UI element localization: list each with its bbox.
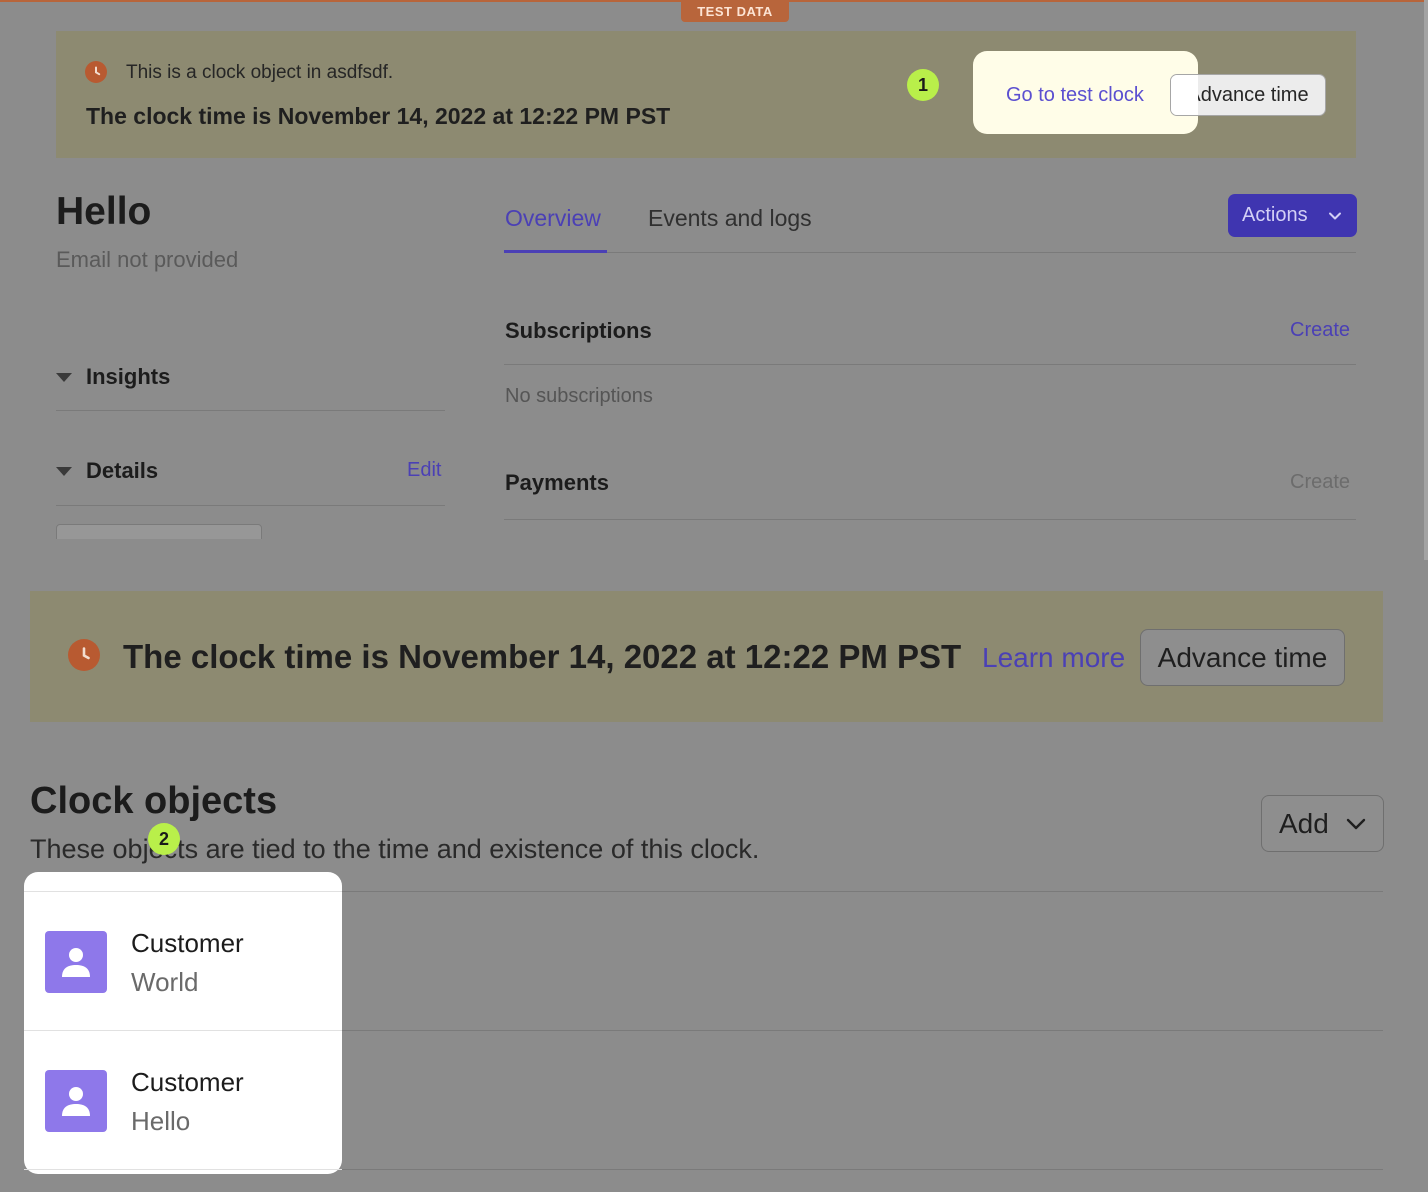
divider xyxy=(24,1169,342,1170)
divider xyxy=(504,364,1356,365)
clock-time-text: The clock time is November 14, 2022 at 1… xyxy=(123,638,962,675)
actions-button-label: Actions xyxy=(1242,204,1308,226)
divider xyxy=(56,410,445,411)
chevron-down-icon xyxy=(1346,818,1366,830)
actions-button[interactable]: Actions xyxy=(1228,194,1357,237)
customer-email: Email not provided xyxy=(56,247,239,272)
collapse-caret-icon[interactable] xyxy=(56,467,72,476)
edit-details-link[interactable]: Edit xyxy=(407,459,441,482)
test-data-badge: TEST DATA xyxy=(681,0,789,22)
create-payment-link[interactable]: Create xyxy=(1290,471,1350,494)
clock-object-type[interactable]: Customer xyxy=(131,1067,244,1098)
clock-object-type[interactable]: Customer xyxy=(131,928,244,959)
clock-icon xyxy=(85,61,107,83)
divider xyxy=(24,1030,342,1031)
clock-time-banner: The clock time is November 14, 2022 at 1… xyxy=(30,591,1383,722)
step-marker-2: 2 xyxy=(148,823,180,855)
learn-more-link[interactable]: Learn more xyxy=(982,642,1125,674)
create-subscription-link[interactable]: Create xyxy=(1290,319,1350,342)
tab-overview[interactable]: Overview xyxy=(505,205,601,232)
tab-events-and-logs[interactable]: Events and logs xyxy=(648,205,812,232)
add-button-label: Add xyxy=(1279,808,1329,839)
customer-icon[interactable] xyxy=(45,1070,107,1132)
chevron-down-icon xyxy=(1329,212,1341,220)
divider xyxy=(24,891,342,892)
subscriptions-empty-text: No subscriptions xyxy=(505,385,653,407)
add-button[interactable]: Add xyxy=(1261,795,1384,852)
screenshot-crop-gap xyxy=(0,539,1424,591)
step-marker-1: 1 xyxy=(907,69,939,101)
advance-time-button[interactable]: Advance time xyxy=(1140,629,1345,686)
spotlight-overlap xyxy=(1171,75,1198,115)
payments-heading: Payments xyxy=(505,470,609,495)
clock-icon xyxy=(68,639,100,671)
divider xyxy=(56,505,445,506)
clock-object-message: This is a clock object in asdfsdf. xyxy=(126,62,394,83)
customer-name: Hello xyxy=(56,190,152,233)
clock-objects-description: These objects are tied to the time and e… xyxy=(30,834,760,864)
clock-objects-heading: Clock objects xyxy=(30,780,278,822)
subscriptions-heading: Subscriptions xyxy=(505,318,652,343)
details-heading[interactable]: Details xyxy=(86,458,158,484)
clock-object-name[interactable]: World xyxy=(131,967,198,998)
scrollbar-track xyxy=(1424,0,1428,560)
go-to-test-clock-link[interactable]: Go to test clock xyxy=(1006,84,1144,107)
customer-icon[interactable] xyxy=(45,931,107,993)
active-tab-indicator xyxy=(504,250,607,253)
clock-object-name[interactable]: Hello xyxy=(131,1106,190,1137)
insights-heading[interactable]: Insights xyxy=(86,364,170,390)
divider xyxy=(504,519,1356,520)
clock-time-text: The clock time is November 14, 2022 at 1… xyxy=(86,103,671,129)
collapse-caret-icon[interactable] xyxy=(56,373,72,382)
tabs-divider xyxy=(504,252,1356,253)
